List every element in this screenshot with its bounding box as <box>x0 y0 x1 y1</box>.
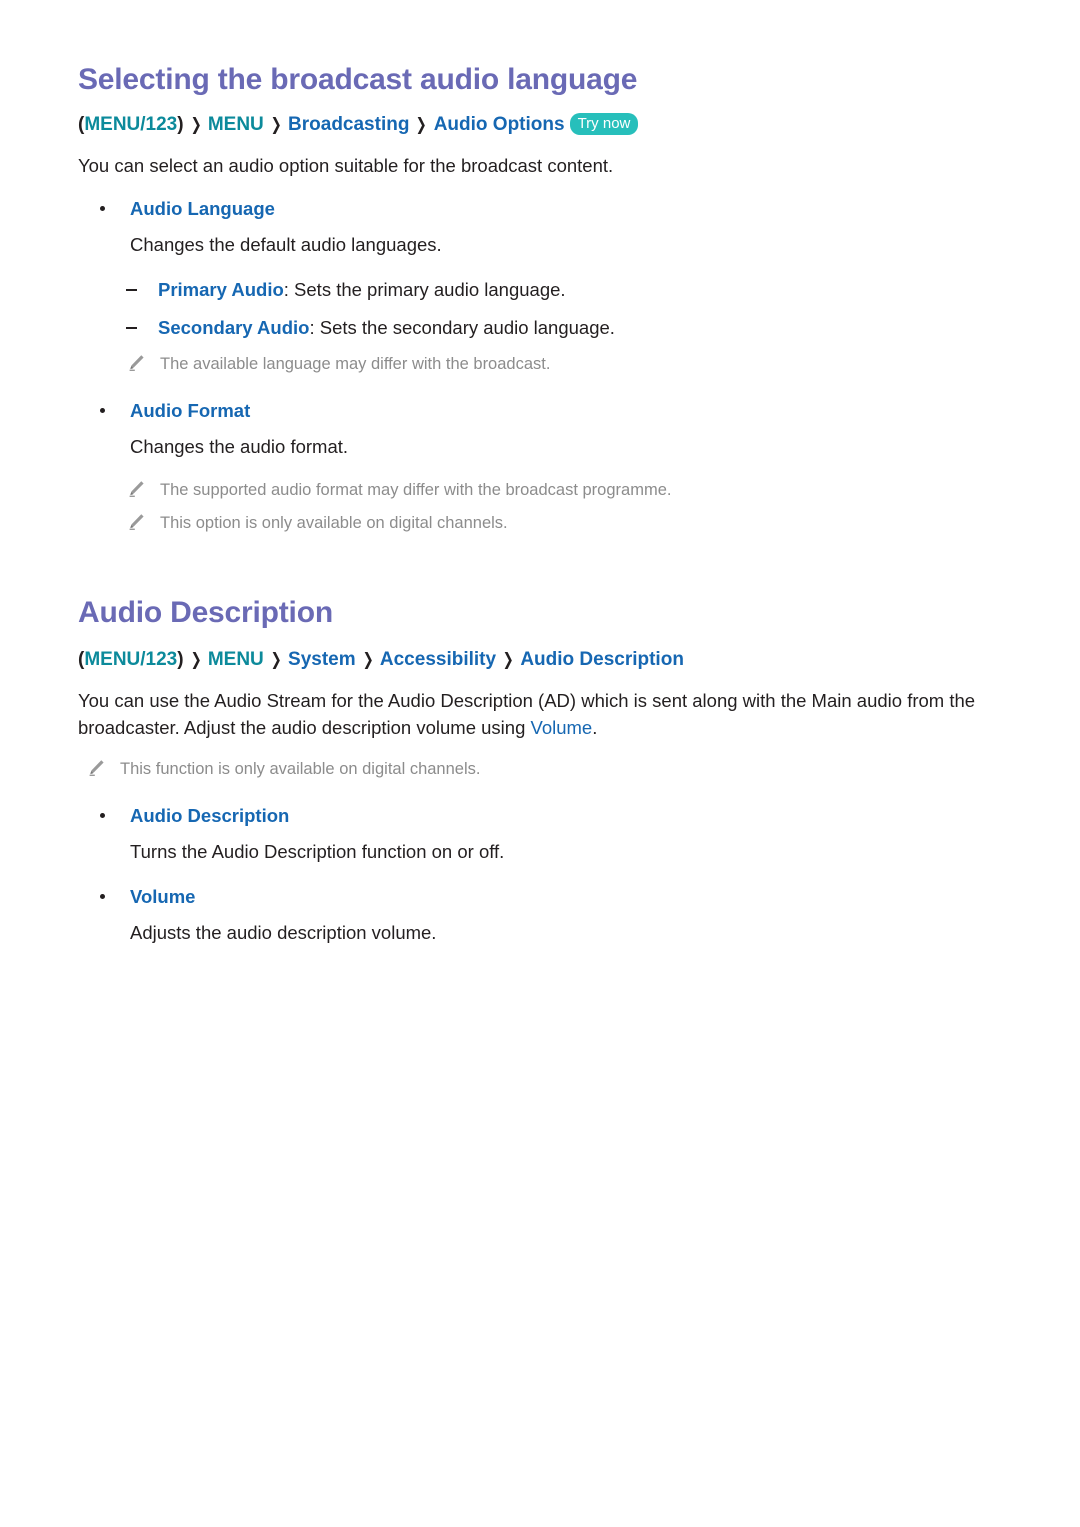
note: The available language may differ with t… <box>78 352 1002 376</box>
pencil-note-icon <box>129 514 144 530</box>
bullet-label-audio-format[interactable]: Audio Format <box>130 400 250 421</box>
sub-item-text: Sets the primary audio language. <box>294 279 566 300</box>
chevron-right-icon: ❯ <box>270 115 282 134</box>
chevron-right-icon: ❯ <box>190 115 202 134</box>
sub-item-text: Sets the secondary audio language. <box>319 317 615 338</box>
bullet-label-audio-language[interactable]: Audio Language <box>130 198 275 219</box>
breadcrumb-close-paren: ) <box>177 114 184 135</box>
breadcrumb-item-menu123[interactable]: MENU/123 <box>84 114 177 135</box>
bullet-description: Turns the Audio Description function on … <box>130 841 505 862</box>
note: The supported audio format may differ wi… <box>78 478 1002 502</box>
breadcrumb-item-menu[interactable]: MENU <box>208 114 264 135</box>
chevron-right-icon: ❯ <box>270 650 282 669</box>
sub-item-term-secondary-audio[interactable]: Secondary Audio <box>158 317 309 338</box>
sub-item-separator: : <box>283 279 295 300</box>
note-text: The supported audio format may differ wi… <box>160 481 672 499</box>
section-title-audio-description: Audio Description <box>78 596 333 629</box>
note-text: This option is only available on digital… <box>160 514 508 532</box>
breadcrumb-item-menu123[interactable]: MENU/123 <box>84 649 177 670</box>
dash-marker-icon <box>126 289 137 291</box>
breadcrumb: (MENU/123) ❯ MENU ❯ Broadcasting ❯ Audio Optio… <box>78 112 1002 138</box>
breadcrumb-item-audio-options[interactable]: Audio Options <box>434 114 565 135</box>
chevron-right-icon: ❯ <box>362 650 374 669</box>
breadcrumb-item-audio-description[interactable]: Audio Description <box>520 649 684 670</box>
bullet-label-volume[interactable]: Volume <box>130 886 195 907</box>
pencil-note-icon <box>129 355 144 371</box>
bullet-description: Changes the default audio languages. <box>130 234 442 255</box>
bullet-description: Changes the audio format. <box>130 436 349 457</box>
bullet-label-audio-description[interactable]: Audio Description <box>130 805 289 826</box>
bullet-dot-icon <box>100 408 105 413</box>
bullet-description: Adjusts the audio description volume. <box>130 922 437 943</box>
list-item: Secondary Audio: Sets the secondary audi… <box>78 314 1002 342</box>
document-page: Selecting the broadcast audio language (… <box>0 0 1080 1527</box>
dash-marker-icon <box>126 327 137 329</box>
list-item: Audio Format <box>78 397 1002 425</box>
try-now-badge[interactable]: Try now <box>569 113 639 135</box>
pencil-note-icon <box>129 481 144 497</box>
breadcrumb-item-menu[interactable]: MENU <box>208 649 264 670</box>
breadcrumb-close-paren: ) <box>177 649 184 670</box>
bullet-dot-icon <box>100 813 105 818</box>
breadcrumb: (MENU/123) ❯ MENU ❯ System ❯ Accessibility ❯ Aud… <box>78 647 1002 673</box>
note: This option is only available on digital… <box>78 511 1002 535</box>
bullet-dot-icon <box>100 206 105 211</box>
list-item: Primary Audio: Sets the primary audio la… <box>78 276 1002 304</box>
section-intro: You can use the Audio Stream for the Aud… <box>78 687 1002 741</box>
pencil-note-icon <box>89 760 104 776</box>
sub-item-separator: : <box>309 317 320 338</box>
list-item: Audio Description <box>78 802 1002 830</box>
intro-text-part1: You can use the Audio Stream for the Aud… <box>78 690 976 738</box>
chevron-right-icon: ❯ <box>416 115 428 134</box>
breadcrumb-item-system[interactable]: System <box>288 649 356 670</box>
note-text: This function is only available on digit… <box>120 760 481 778</box>
list-item: Volume <box>78 883 1002 911</box>
note-text: The available language may differ with t… <box>160 355 551 373</box>
chevron-right-icon: ❯ <box>502 650 514 669</box>
bullet-dot-icon <box>100 894 105 899</box>
breadcrumb-item-accessibility[interactable]: Accessibility <box>380 649 496 670</box>
list-item: Audio Language <box>78 195 1002 223</box>
section-intro: You can select an audio option suitable … <box>78 155 614 176</box>
breadcrumb-item-broadcasting[interactable]: Broadcasting <box>288 114 409 135</box>
note: This function is only available on digit… <box>78 757 1002 781</box>
sub-item-term-primary-audio[interactable]: Primary Audio <box>158 279 284 300</box>
chevron-right-icon: ❯ <box>190 650 202 669</box>
intro-text-part2: . <box>592 717 598 738</box>
page-title: Selecting the broadcast audio language <box>78 63 638 96</box>
inline-link-volume[interactable]: Volume <box>531 717 593 738</box>
